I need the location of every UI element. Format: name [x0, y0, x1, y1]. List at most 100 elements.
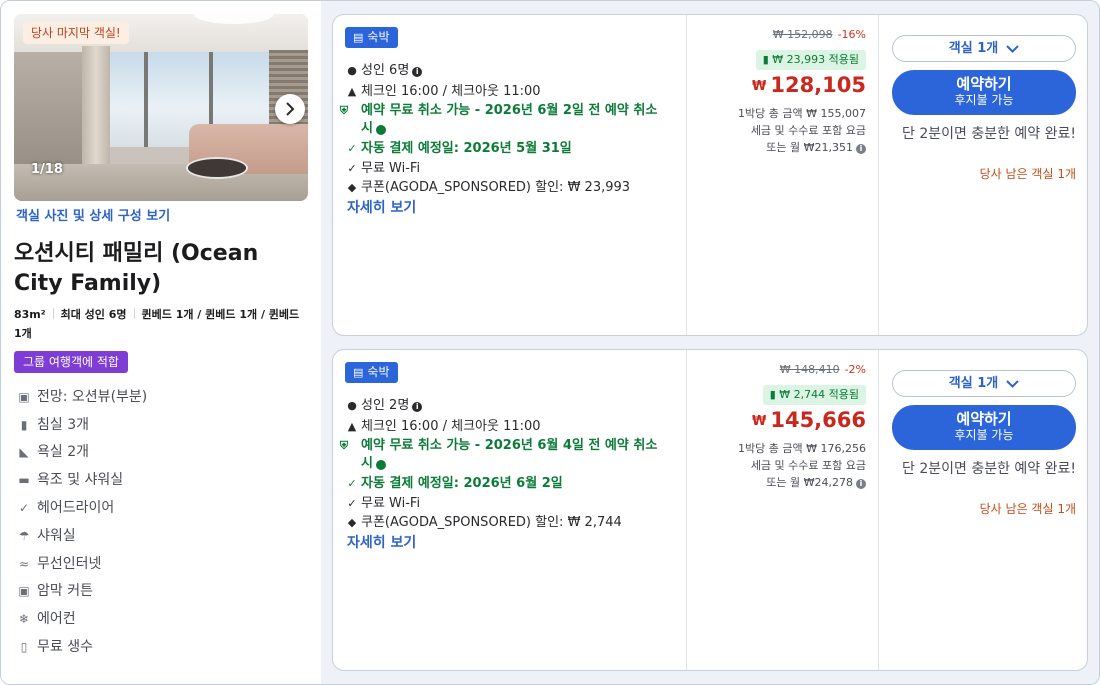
- bathtub-icon: ▬: [18, 473, 30, 487]
- amenity-item: ❄ 에어컨: [17, 609, 76, 629]
- room-quantity-label: 객실 1개: [948, 376, 999, 391]
- price-value: 128,105: [770, 73, 866, 97]
- amenity-label: 전망: 오션뷰(부분): [37, 389, 148, 405]
- book-button-label: 예약하기: [956, 410, 1012, 428]
- booking-column: 객실 1개 예약하기 후지불 가능 단 2분이면 충분한 예약 완료! 당사 남은…: [879, 15, 1089, 335]
- amenity-item: ▣ 암막 커튼: [17, 581, 93, 601]
- main-price: ₩128,105: [752, 73, 866, 97]
- monthly-price: 또는 월 ₩21,351 i: [766, 139, 866, 156]
- last-room-badge: 당사 마지막 객실!: [23, 22, 129, 44]
- offer-free-cancel-label: 예약 무료 취소 가능 - 2026년 6월 4일 전 예약 취소 시: [361, 438, 658, 471]
- amenity-label: 암막 커튼: [37, 583, 93, 599]
- room-quantity-label: 객실 1개: [948, 41, 999, 56]
- offer-card: ▤ 숙박 ● 성인 2명 i ▲ 체크인 16:00 / 체크아웃 11:00 ⛨ 예약 …: [332, 349, 1088, 671]
- offer-wifi: ✓ 무료 Wi-Fi: [345, 160, 420, 178]
- room-title: 오션시티 패밀리 (Ocean City Family): [14, 241, 259, 296]
- curtain-icon: ▣: [18, 584, 30, 598]
- chevron-right-icon: [286, 102, 295, 116]
- room-info-column: 당사 마지막 객실! 1/18 객실 사진 및 상세 구성 보기 오션시티 패밀…: [1, 1, 321, 684]
- amenity-label: 에어컨: [37, 611, 76, 627]
- snowflake-icon: ❄: [18, 612, 30, 626]
- info-icon[interactable]: i: [372, 125, 386, 135]
- room-quantity-select[interactable]: 객실 1개: [892, 370, 1076, 397]
- room-specs: 83m² 최대 성인 6명 퀸베드 1개 / 퀸베드 1개 / 퀸베드 1개: [14, 305, 309, 343]
- offer-card: ▤ 숙박 ● 성인 6명 i ▲ 체크인 16:00 / 체크아웃 11:00 ⛨ 예약 …: [332, 14, 1088, 336]
- info-icon[interactable]: i: [856, 144, 866, 154]
- offer-auto-pay: ✓ 자동 결제 예정일: 2026년 5월 31일: [345, 140, 571, 158]
- book-button[interactable]: 예약하기 후지불 가능: [892, 70, 1076, 115]
- urgency-message: 단 2분이면 충분한 예약 완료!: [902, 461, 1076, 477]
- offers-column: ▤ 숙박 ● 성인 6명 i ▲ 체크인 16:00 / 체크아웃 11:00 ⛨ 예약 …: [321, 1, 1099, 684]
- offer-tag-label: 숙박: [367, 365, 390, 379]
- chevron-down-icon: [1006, 380, 1019, 388]
- offer-tag-label: 숙박: [367, 30, 390, 44]
- view-icon: ▣: [18, 390, 30, 404]
- bedroom-icon: ▮: [20, 418, 28, 432]
- info-icon[interactable]: i: [856, 479, 866, 489]
- rooms-left: 당사 남은 객실 1개: [979, 502, 1076, 516]
- next-photo-button[interactable]: [275, 94, 305, 124]
- offer-auto-pay-label: 자동 결제 예정일: 2026년 6월 2일: [361, 476, 563, 491]
- total-per-night: 1박당 총 금액 ₩ 176,256: [738, 442, 866, 455]
- room-max-guests: 최대 성인 6명: [60, 308, 127, 321]
- shield-check-icon: ⛨: [339, 104, 349, 117]
- check-icon: ✓: [347, 142, 357, 155]
- price-column: ₩ 148,410 -2% ▮ ₩ 2,744 적용됨 ₩145,666 1박당 …: [687, 350, 878, 670]
- info-icon[interactable]: i: [412, 402, 423, 412]
- coupon-applied-badge: ▮ ₩ 2,744 적용됨: [762, 385, 866, 405]
- shower-icon: ☂: [18, 529, 30, 543]
- offer-wifi: ✓ 무료 Wi-Fi: [345, 495, 420, 513]
- shield-check-icon: ⛨: [339, 439, 349, 452]
- amenity-label: 욕실 2개: [37, 444, 89, 460]
- discount-percent: -2%: [844, 363, 866, 376]
- offer-wifi-label: 무료 Wi-Fi: [361, 496, 421, 511]
- info-icon[interactable]: i: [372, 460, 386, 470]
- original-price: ₩ 148,410 -2%: [780, 363, 866, 376]
- amenity-item: ☂ 샤워실: [17, 526, 76, 546]
- currency-symbol: ₩: [752, 414, 767, 429]
- tag-icon: ◆: [347, 181, 357, 194]
- offer-tag: ▤ 숙박: [345, 362, 398, 383]
- check-icon: ✓: [18, 501, 30, 515]
- person-icon: ●: [347, 399, 357, 412]
- amenity-item: ▮ 침실 3개: [17, 415, 89, 435]
- offer-free-cancel-label: 예약 무료 취소 가능 - 2026년 6월 2일 전 예약 취소 시: [361, 103, 658, 136]
- pay-later-label: 후지불 가능: [954, 428, 1014, 442]
- amenity-item: ◣ 욕실 2개: [17, 442, 89, 462]
- photo-window-frame: [144, 52, 148, 147]
- offer-coupon-label: 쿠폰(AGODA_SPONSORED) 할인: ₩ 2,744: [361, 515, 622, 530]
- offer-coupon: ◆ 쿠폰(AGODA_SPONSORED) 할인: ₩ 23,993: [345, 179, 630, 197]
- water-bottle-icon: ▯: [20, 640, 28, 654]
- original-price-value: ₩ 148,410: [779, 363, 840, 376]
- amenity-item: ▣ 전망: 오션뷰(부분): [17, 387, 147, 407]
- check-icon: ✓: [347, 162, 357, 175]
- offer-coupon-label: 쿠폰(AGODA_SPONSORED) 할인: ₩ 23,993: [361, 180, 631, 195]
- offer-auto-pay: ✓ 자동 결제 예정일: 2026년 6월 2일: [345, 475, 563, 493]
- ticket-icon: ▮: [762, 53, 769, 66]
- coupon-applied-badge: ▮ ₩ 23,993 적용됨: [755, 50, 866, 70]
- currency-symbol: ₩: [752, 79, 767, 94]
- offer-checkin: ▲ 체크인 16:00 / 체크아웃 11:00: [345, 418, 541, 436]
- bathroom-icon: ◣: [19, 445, 29, 459]
- photo-counter: 1/18: [31, 162, 63, 177]
- tax-note: 세금 및 수수료 포함 요금: [750, 459, 866, 472]
- photo-details-link[interactable]: 객실 사진 및 상세 구성 보기: [16, 205, 170, 224]
- monthly-price: 또는 월 ₩24,278 i: [766, 474, 866, 491]
- offer-tag: ▤ 숙박: [345, 27, 398, 48]
- amenity-item: ▬ 욕조 및 샤워실: [17, 470, 123, 490]
- more-details-link[interactable]: 자세히 보기: [347, 197, 416, 217]
- check-icon: ✓: [347, 477, 357, 490]
- offer-wifi-label: 무료 Wi-Fi: [361, 161, 421, 176]
- offer-free-cancel: ⛨ 예약 무료 취소 가능 - 2026년 6월 2일 전 예약 취소 시i: [339, 102, 665, 138]
- room-area: 83m²: [14, 308, 46, 321]
- amenity-label: 샤워실: [37, 528, 76, 544]
- checkin-icon: ▲: [347, 85, 357, 98]
- room-quantity-select[interactable]: 객실 1개: [892, 35, 1076, 62]
- book-button[interactable]: 예약하기 후지불 가능: [892, 405, 1076, 450]
- original-price: ₩ 152,098 -16%: [773, 28, 866, 41]
- amenity-label: 무료 생수: [37, 639, 93, 655]
- info-icon[interactable]: i: [412, 67, 423, 77]
- more-details-link[interactable]: 자세히 보기: [347, 532, 416, 552]
- monthly-price-label: 또는 월 ₩24,278: [766, 476, 853, 489]
- photo-curtain: [82, 46, 110, 171]
